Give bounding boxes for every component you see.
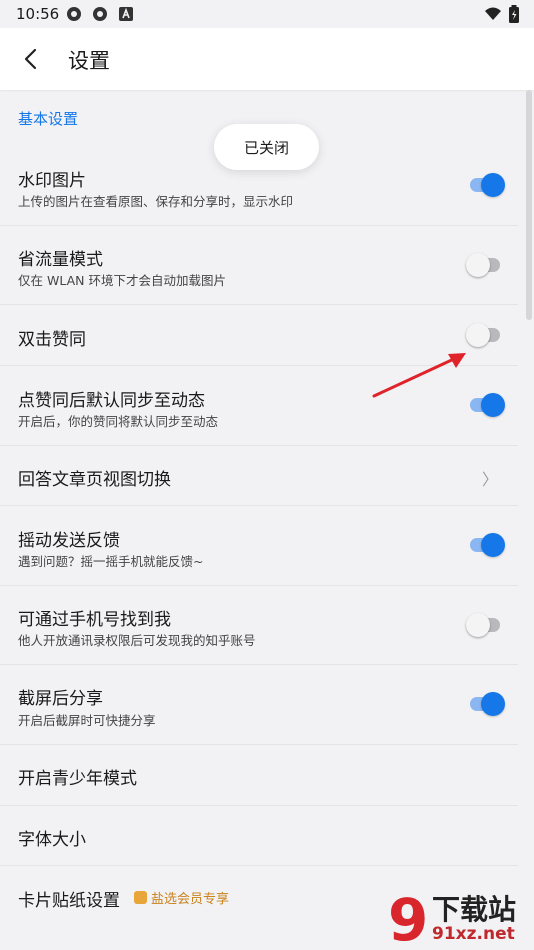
setting-subtitle: 开启后，你的赞同将默认同步至动态 [18, 414, 219, 429]
page-title: 设置 [68, 49, 110, 73]
setting-subtitle: 开启后截屏时可快捷分享 [18, 713, 156, 728]
data-saver-toggle[interactable] [466, 251, 504, 279]
setting-subtitle: 遇到问题？摇一摇手机就能反馈~ [18, 554, 204, 569]
setting-title: 摇动发送反馈 [18, 531, 120, 551]
setting-subtitle: 他人开放通讯录权限后可发现我的知乎账号 [18, 633, 256, 648]
setting-row-view-switch[interactable]: 回答文章页视图切换 〉 [0, 446, 518, 506]
toggle-knob [466, 613, 490, 637]
screenshot-share-toggle[interactable] [468, 690, 505, 718]
setting-title: 截屏后分享 [18, 689, 103, 709]
scrollbar[interactable] [526, 90, 532, 320]
setting-row-font-size[interactable]: 字体大小 [0, 806, 518, 866]
wifi-icon [485, 7, 501, 20]
vip-badge: 盐选会员专享 [134, 888, 229, 907]
setting-row-data-saver[interactable]: 省流量模式 仅在 WLAN 环境下才会自动加载图片 [0, 226, 518, 305]
app-bar: 设置 [0, 28, 534, 90]
toggle-knob [481, 393, 505, 417]
toggle-knob [466, 253, 490, 277]
status-time: 10:56 [16, 5, 60, 23]
find-by-phone-toggle[interactable] [466, 611, 504, 639]
setting-title: 省流量模式 [18, 250, 103, 270]
back-button[interactable] [14, 42, 48, 76]
watermark-toggle[interactable] [468, 171, 505, 199]
chevron-left-icon [24, 48, 37, 70]
setting-subtitle: 上传的图片在查看原图、保存和分享时，显示水印 [18, 194, 294, 209]
vip-badge-label: 盐选会员专享 [151, 892, 230, 907]
setting-title: 水印图片 [18, 171, 86, 191]
setting-title: 回答文章页视图切换 [18, 470, 171, 490]
setting-title: 点赞同后默认同步至动态 [18, 391, 205, 411]
shake-feedback-toggle[interactable] [468, 531, 505, 559]
toast: 已关闭 [214, 124, 319, 170]
setting-row-teen-mode[interactable]: 开启青少年模式 [0, 745, 518, 806]
watermark-title: 下载站 [432, 893, 517, 926]
section-title: 基本设置 [18, 110, 79, 128]
setting-title: 开启青少年模式 [18, 769, 137, 789]
app-icon [93, 7, 107, 21]
setting-title: 卡片贴纸设置 [18, 891, 120, 911]
chevron-right-icon: 〉 [481, 470, 498, 489]
setting-subtitle: 仅在 WLAN 环境下才会自动加载图片 [18, 273, 226, 288]
toggle-knob [481, 692, 505, 716]
setting-title: 字体大小 [18, 830, 86, 850]
setting-row-find-by-phone[interactable]: 可通过手机号找到我 他人开放通讯录权限后可发现我的知乎账号 [0, 586, 518, 665]
site-watermark: 9 下载站 91xz.net [388, 888, 534, 950]
toggle-knob [481, 173, 505, 197]
setting-title: 双击赞同 [18, 330, 86, 350]
setting-row-shake-feedback[interactable]: 摇动发送反馈 遇到问题？摇一摇手机就能反馈~ [0, 506, 518, 586]
setting-row-screenshot-share[interactable]: 截屏后分享 开启后截屏时可快捷分享 [0, 665, 518, 745]
status-bar: 10:56 [0, 0, 534, 28]
watermark-logo-text: 9 [388, 890, 428, 948]
toggle-knob [481, 533, 505, 557]
watermark-logo-icon: 9 [388, 890, 428, 948]
annotation-arrow-icon [372, 353, 466, 398]
toast-text: 已关闭 [243, 138, 289, 157]
setting-title: 可通过手机号找到我 [18, 610, 171, 630]
battery-icon [509, 5, 519, 23]
watermark-url: 91xz.net [432, 924, 515, 944]
vip-icon [134, 891, 147, 904]
app-icon [67, 7, 81, 21]
app-a-icon [119, 7, 133, 21]
